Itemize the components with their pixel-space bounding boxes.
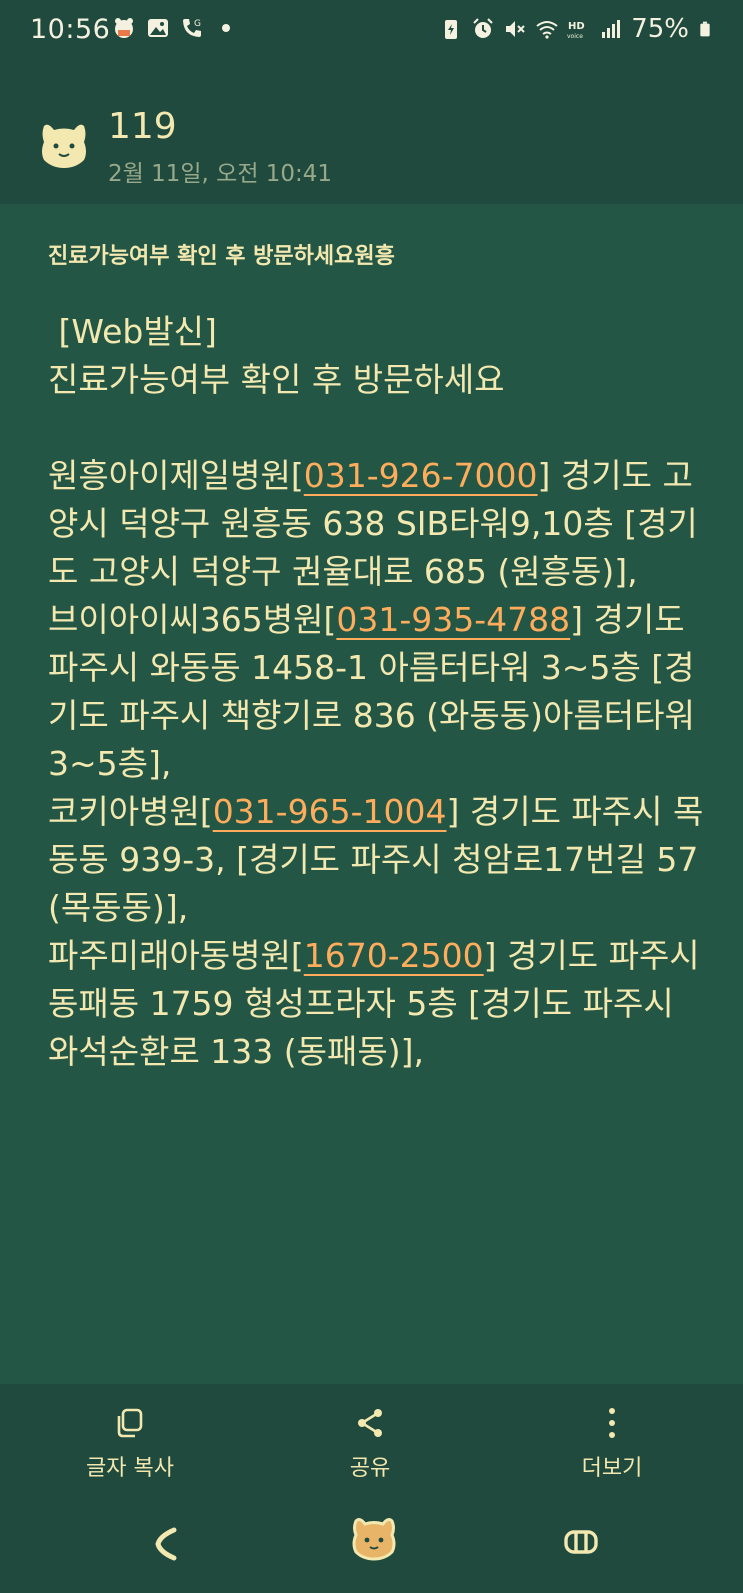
- hospital-name: 파주미래아동병원: [48, 936, 291, 975]
- signal-icon: [602, 20, 621, 38]
- message-subject: 진료가능여부 확인 후 방문하세요원흥: [48, 244, 395, 269]
- hospital-name: 브이아이씨365병원: [48, 600, 324, 639]
- battery-percent: 75%: [631, 14, 689, 44]
- svg-text:HD: HD: [568, 21, 585, 32]
- back-nav-icon[interactable]: [150, 1524, 184, 1564]
- sender-name: 119: [108, 106, 177, 147]
- copy-text-label: 글자 복사: [86, 1456, 174, 1481]
- bear-avatar-icon[interactable]: [36, 120, 92, 170]
- recent-apps-icon[interactable]: [563, 1524, 599, 1560]
- share-label: 공유: [349, 1456, 391, 1481]
- copy-icon: [117, 1408, 143, 1438]
- bottom-action-bar: 글자 복사 공유 더보기: [0, 1384, 743, 1494]
- battery-icon: [700, 21, 710, 37]
- more-button[interactable]: 더보기: [532, 1406, 692, 1482]
- message-body: [Web발신] 진료가능여부 확인 후 방문하세요 원흥아이제일병원[031-9…: [48, 312, 711, 1071]
- alarm-icon: [473, 18, 493, 38]
- status-right: HD voice 75%: [439, 14, 713, 44]
- status-bar: 10:56 G HD voice 75%: [0, 0, 743, 66]
- battery-saver-icon: [445, 20, 458, 39]
- copy-text-button[interactable]: 글자 복사: [50, 1406, 210, 1482]
- phone-link[interactable]: 031-965-1004: [213, 792, 447, 831]
- call-forward-icon: G: [183, 19, 201, 37]
- message-content: 진료가능여부 확인 후 방문하세요원흥 [Web발신] 진료가능여부 확인 후 …: [0, 204, 743, 1384]
- status-time: 10:56: [30, 14, 111, 45]
- share-button[interactable]: 공유: [290, 1406, 450, 1482]
- home-nav-icon[interactable]: [350, 1516, 398, 1562]
- mute-icon: [506, 21, 525, 37]
- hospital-name: 코키아병원: [48, 792, 200, 831]
- dot-icon: [222, 24, 230, 32]
- wifi-icon: [536, 21, 558, 39]
- gallery-icon: [148, 19, 168, 37]
- message-header: 119 2월 11일, 오전 10:41: [0, 66, 743, 204]
- bear-app-icon: [115, 18, 133, 38]
- hospital-name: 원흥아이제일병원: [48, 456, 291, 495]
- message-intro: [Web발신] 진료가능여부 확인 후 방문하세요: [48, 312, 505, 399]
- more-label: 더보기: [581, 1456, 643, 1481]
- hd-voice-icon: HD voice: [567, 21, 585, 40]
- phone-link[interactable]: 031-926-7000: [304, 456, 538, 495]
- svg-text:voice: voice: [567, 33, 583, 40]
- svg-text:G: G: [194, 19, 201, 29]
- phone-link[interactable]: 1670-2500: [304, 936, 484, 975]
- more-vert-icon: [609, 1408, 615, 1438]
- navigation-bar: [0, 1494, 743, 1593]
- phone-link[interactable]: 031-935-4788: [336, 600, 570, 639]
- status-left-icons: G: [112, 16, 238, 40]
- share-icon: [358, 1409, 382, 1437]
- message-datetime: 2월 11일, 오전 10:41: [108, 161, 333, 187]
